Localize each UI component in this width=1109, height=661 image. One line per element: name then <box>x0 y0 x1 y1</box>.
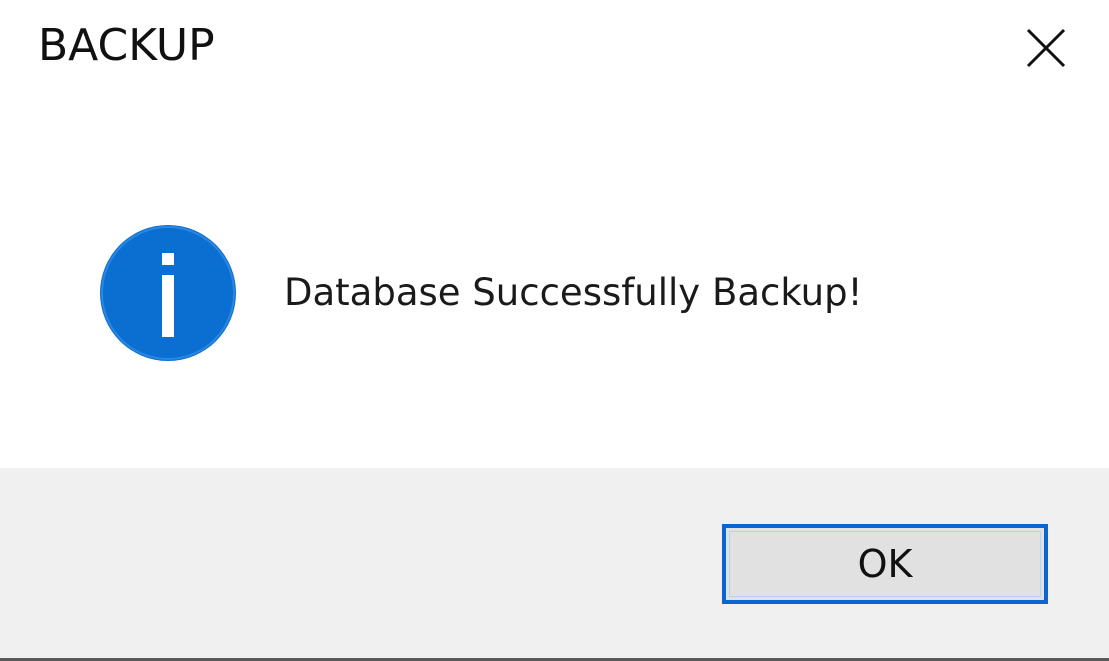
ok-button[interactable]: OK <box>722 524 1048 604</box>
close-button[interactable] <box>1010 16 1082 80</box>
close-icon <box>1026 28 1066 68</box>
ok-button-label: OK <box>857 542 913 586</box>
dialog-title: BACKUP <box>38 20 215 71</box>
button-area: OK <box>0 468 1109 658</box>
info-icon <box>100 225 236 361</box>
title-bar: BACKUP <box>0 0 1109 100</box>
message-box-dialog: BACKUP Database Successfully Backup! OK <box>0 0 1109 661</box>
message-content: Database Successfully Backup! <box>0 100 1109 468</box>
message-text: Database Successfully Backup! <box>284 271 863 314</box>
